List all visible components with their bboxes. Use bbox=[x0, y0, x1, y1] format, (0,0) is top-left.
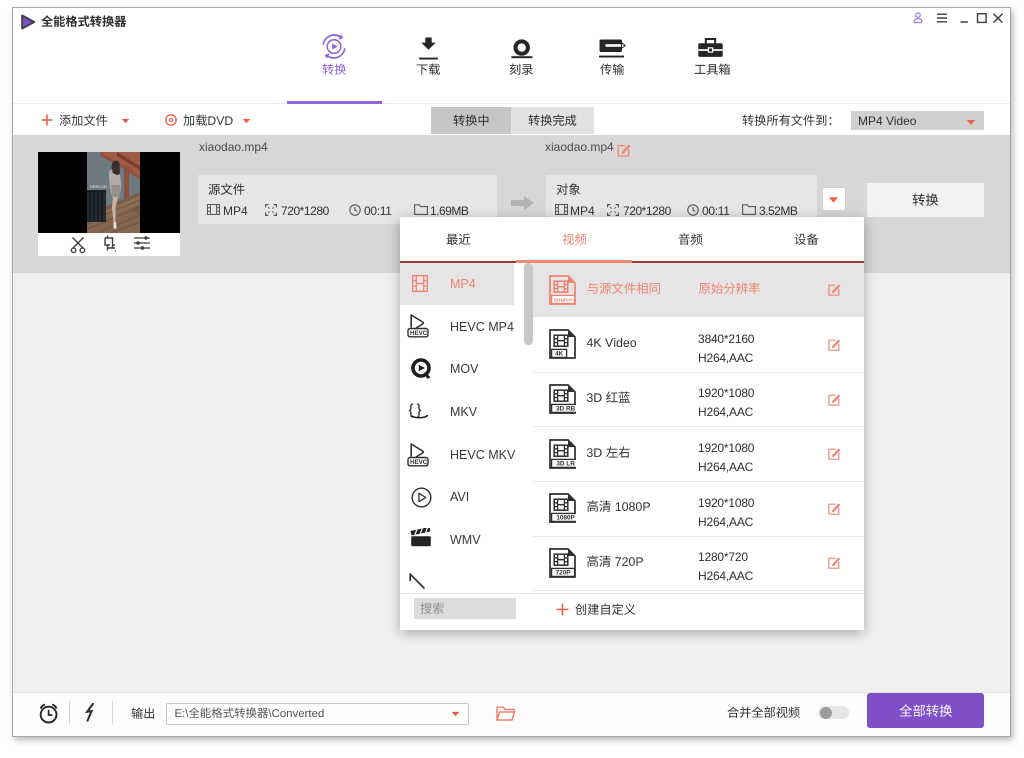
svg-text:720P: 720P bbox=[556, 569, 572, 576]
svg-text:3D RB: 3D RB bbox=[556, 406, 576, 413]
svg-text:1080P: 1080P bbox=[556, 515, 575, 522]
svg-text:source: source bbox=[554, 297, 572, 303]
svg-text:HEVC: HEVC bbox=[410, 330, 428, 337]
svg-text:HERLON..: HERLON.. bbox=[90, 184, 109, 189]
svg-text:{ }: { } bbox=[409, 402, 422, 419]
svg-text:3D LR: 3D LR bbox=[556, 460, 575, 467]
svg-text:HEVC: HEVC bbox=[410, 459, 428, 466]
svg-text:4K: 4K bbox=[555, 351, 564, 358]
